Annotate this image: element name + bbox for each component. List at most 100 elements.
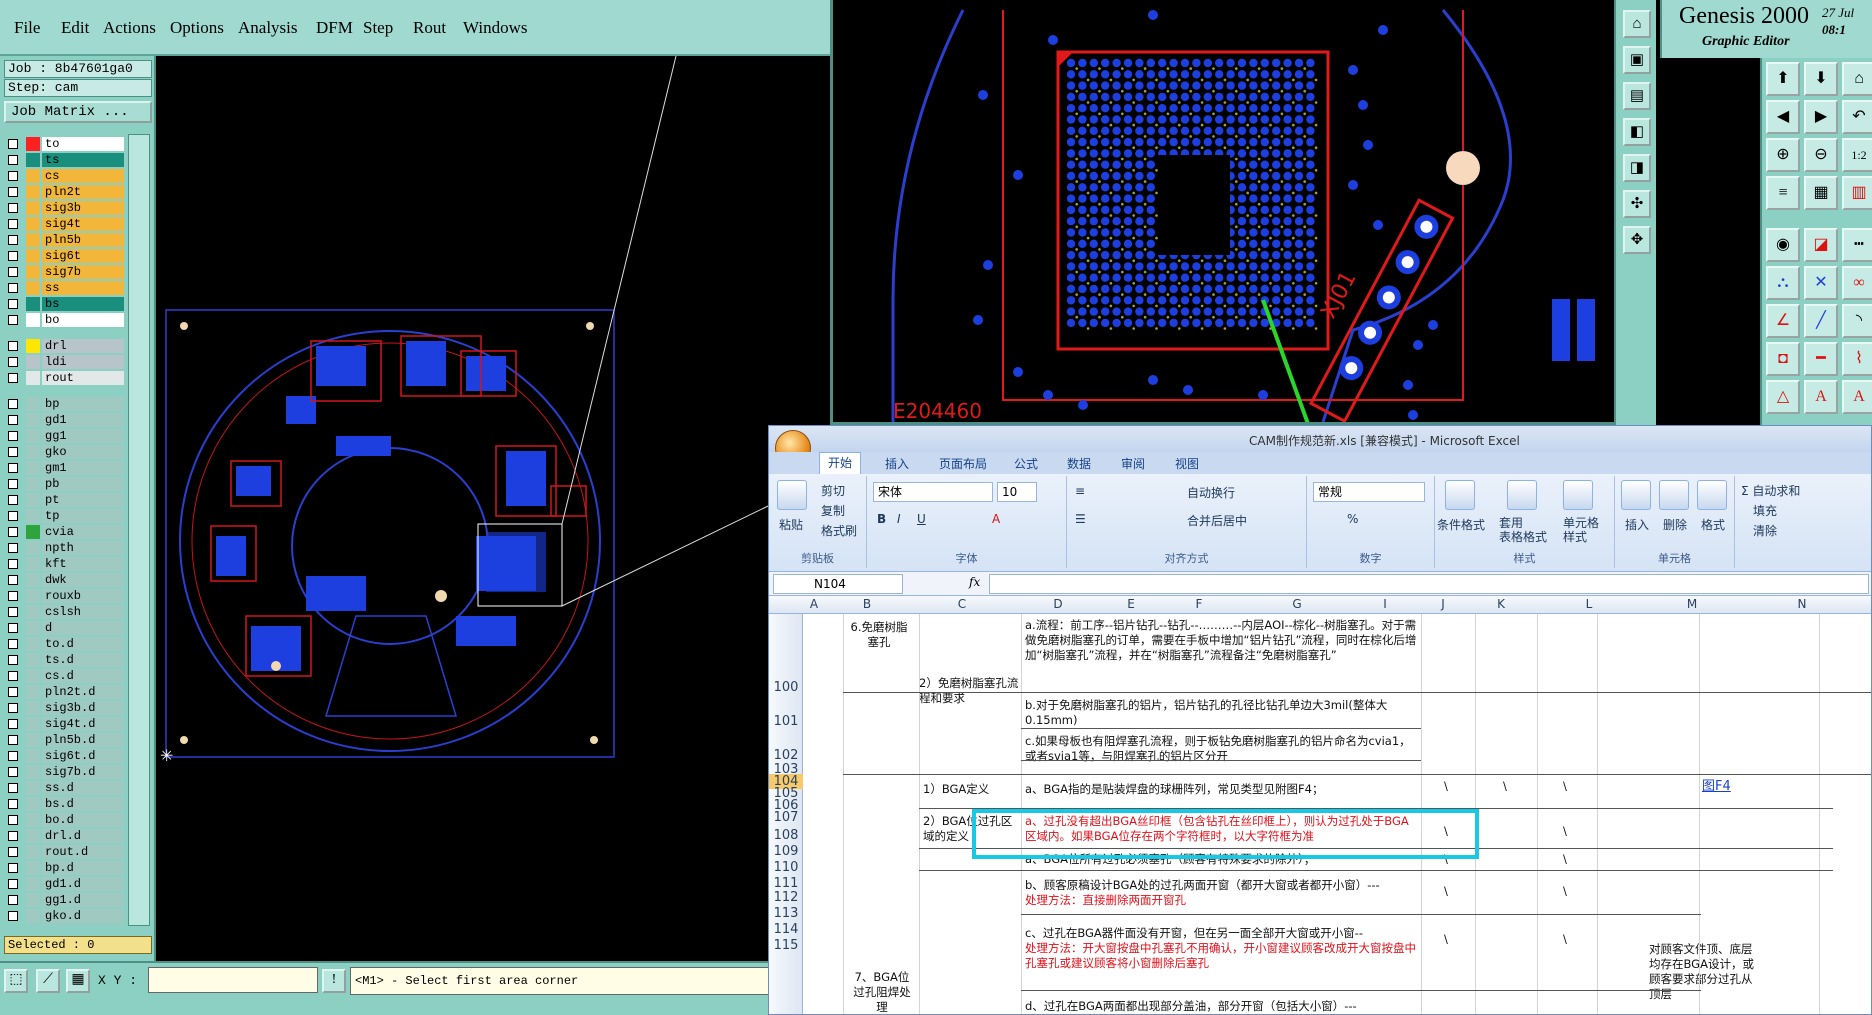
info-icon[interactable]: ! [322, 969, 346, 993]
home-icon[interactable]: ⌂ [1842, 62, 1872, 96]
tab-insert[interactable]: 插入 [885, 455, 909, 472]
row-header[interactable]: 112 [769, 890, 803, 905]
row-header[interactable]: 111 [769, 876, 803, 891]
format-painter-button[interactable]: 格式刷 [821, 522, 857, 539]
layer-row[interactable]: sig4t.d [4, 716, 124, 732]
layer-checkbox[interactable] [8, 847, 18, 857]
dash-icon[interactable]: ━ [1804, 342, 1838, 376]
fx-icon[interactable]: fx [969, 575, 980, 589]
insert-cells-button[interactable]: 插入 [1625, 516, 1649, 533]
save-icon[interactable]: ⬇ [1804, 62, 1838, 96]
cell-d116[interactable]: d、过孔在BGA两面都出现部分盖油，部分开窗（包括大小窗）--- [1025, 999, 1417, 1014]
job-matrix-button[interactable]: Job Matrix ... [4, 101, 152, 123]
layer-checkbox[interactable] [8, 655, 18, 665]
layer-row[interactable]: bs [4, 296, 124, 312]
table-format-button[interactable]: 套用 表格格式 [1499, 516, 1547, 544]
menu-actions[interactable]: Actions [103, 18, 156, 38]
layer-row[interactable]: sig3b [4, 200, 124, 216]
layer-row[interactable]: gko.d [4, 908, 124, 924]
pad-icon[interactable]: ◘ [1766, 342, 1800, 376]
layer-row[interactable]: cslsh [4, 604, 124, 620]
number-format-select[interactable]: 常规 [1313, 482, 1425, 502]
layer-row[interactable]: sig3b.d [4, 700, 124, 716]
layer-checkbox[interactable] [8, 431, 18, 441]
scale-icon[interactable]: 1:2 [1842, 138, 1872, 172]
paste-button[interactable]: 粘贴 [779, 516, 803, 533]
line-icon[interactable]: ∠ [1766, 304, 1800, 338]
undo-icon[interactable]: ↶ [1842, 100, 1872, 134]
cell-l113[interactable]: 对顾客文件顶、底层均存在BGA设计，或顾客要求部分过孔从顶层 [1649, 942, 1757, 1002]
layer-checkbox[interactable] [8, 139, 18, 149]
layer-checkbox[interactable] [8, 911, 18, 921]
layer-checkbox[interactable] [8, 171, 18, 181]
layer-row[interactable]: gm1.d [4, 924, 124, 926]
row-header[interactable]: 114 [769, 922, 803, 937]
layer-row[interactable]: bo [4, 312, 124, 328]
layer-row[interactable]: rout [4, 370, 124, 386]
layer-row[interactable]: gko [4, 444, 124, 460]
tab-view[interactable]: 视图 [1175, 455, 1199, 472]
tab-formulas[interactable]: 公式 [1014, 455, 1038, 472]
merge-center-button[interactable]: 合并后居中 [1187, 512, 1247, 529]
cell-i103-slash[interactable]: \ [1444, 779, 1448, 794]
layer-checkbox[interactable] [8, 357, 18, 367]
layer-row[interactable]: bp [4, 396, 124, 412]
align-top-icon[interactable]: ≡ [1075, 484, 1085, 498]
cond-format-button[interactable]: 条件格式 [1437, 516, 1485, 533]
layer-checkbox[interactable] [8, 341, 18, 351]
tab-data[interactable]: 数据 [1067, 455, 1091, 472]
clear-button[interactable]: 清除 [1753, 522, 1777, 539]
menu-step[interactable]: Step [363, 18, 393, 38]
layer-checkbox[interactable] [8, 315, 18, 325]
layer-row[interactable]: bo.d [4, 812, 124, 828]
paste-icon[interactable] [777, 480, 807, 510]
cell-k108-slash[interactable]: \ [1563, 852, 1567, 867]
layer-row[interactable]: gd1 [4, 412, 124, 428]
layer-checkbox[interactable] [8, 895, 18, 905]
layer-checkbox[interactable] [8, 751, 18, 761]
layer-row[interactable]: ts [4, 152, 124, 168]
layer-checkbox[interactable] [8, 623, 18, 633]
cell-c103[interactable]: 1）BGA定义 [923, 782, 989, 797]
layer-checkbox[interactable] [8, 511, 18, 521]
menu-edit[interactable]: Edit [61, 18, 89, 38]
layer-checkbox[interactable] [8, 591, 18, 601]
layer-checkbox[interactable] [8, 527, 18, 537]
layer-checkbox[interactable] [8, 155, 18, 165]
row-header[interactable]: 113 [769, 906, 803, 921]
insert-cells-icon[interactable] [1621, 480, 1651, 510]
zoom-pan-icon[interactable]: ✥ [1623, 226, 1651, 254]
layer-checkbox[interactable] [8, 687, 18, 697]
layer-row[interactable]: pln5b.d [4, 732, 124, 748]
layer-row[interactable]: ts.d [4, 652, 124, 668]
layer-row[interactable]: sig6t.d [4, 748, 124, 764]
format-cells-icon[interactable] [1697, 480, 1727, 510]
zoom-home-icon[interactable]: ⌂ [1623, 10, 1651, 38]
cross-icon[interactable]: ✕ [1804, 266, 1838, 300]
row-header[interactable]: 110 [769, 860, 803, 875]
layer-row[interactable]: ss.d [4, 780, 124, 796]
column-header[interactable]: C [909, 597, 1015, 611]
polyline-icon[interactable]: ⌇ [1842, 342, 1872, 376]
delete-cells-icon[interactable] [1659, 480, 1689, 510]
cell-k113-slash[interactable]: \ [1563, 932, 1567, 947]
zoom-area-icon[interactable]: ⬚ [4, 969, 28, 993]
grid-tool-icon[interactable]: ▦ [1804, 176, 1838, 210]
cell-d103[interactable]: a、BGA指的是贴装焊盘的球栅阵列，常见类型见附图F4； [1025, 782, 1417, 797]
layer-row[interactable]: cs.d [4, 668, 124, 684]
fill-button[interactable]: 填充 [1753, 502, 1777, 519]
tab-home[interactable]: 开始 [819, 452, 862, 474]
italic-icon[interactable]: I [897, 512, 901, 526]
delete-cells-button[interactable]: 删除 [1663, 516, 1687, 533]
ruler-icon[interactable]: ┅ [1842, 228, 1872, 262]
layer-checkbox[interactable] [8, 735, 18, 745]
layer-checkbox[interactable] [8, 219, 18, 229]
layer-row[interactable]: pb [4, 476, 124, 492]
layer-checkbox[interactable] [8, 235, 18, 245]
layer-row[interactable]: to [4, 136, 124, 152]
layer-row[interactable]: tp [4, 508, 124, 524]
layer-checkbox[interactable] [8, 447, 18, 457]
layer-row[interactable]: drl [4, 338, 124, 354]
font-size-select[interactable]: 10 [997, 482, 1037, 502]
cond-format-icon[interactable] [1445, 480, 1475, 510]
